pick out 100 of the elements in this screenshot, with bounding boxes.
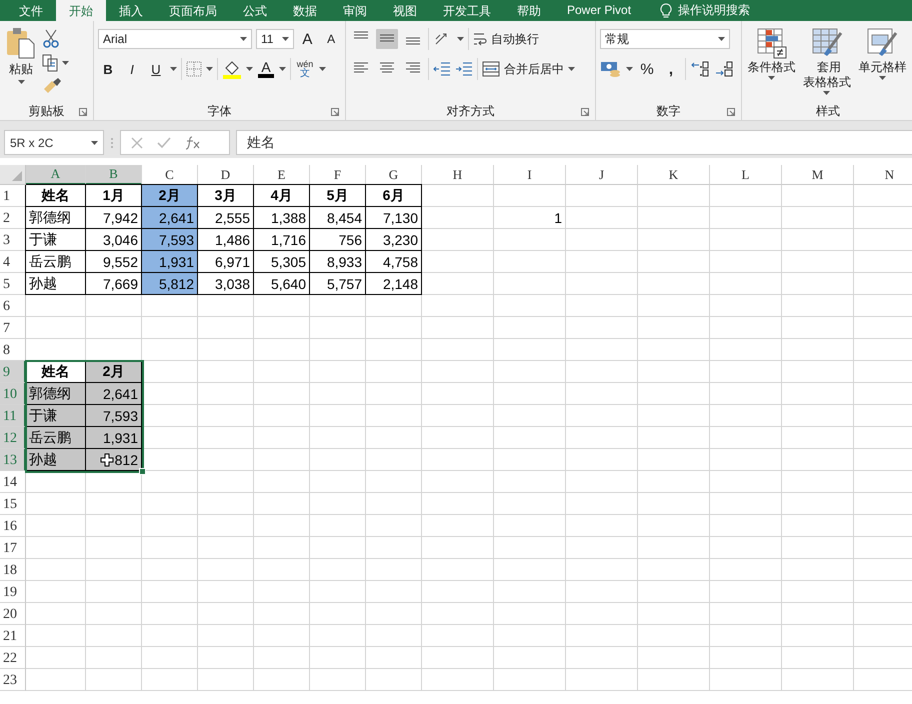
format-as-table-icon[interactable]	[810, 27, 843, 59]
grow-font-button[interactable]: A	[298, 29, 318, 49]
font-size-dropdown[interactable]: 11	[256, 29, 294, 49]
row-header[interactable]: 20	[0, 603, 26, 625]
row-header[interactable]: 12	[0, 427, 26, 449]
row-header[interactable]: 15	[0, 493, 26, 515]
row-header[interactable]: 23	[0, 669, 26, 691]
caret-icon[interactable]	[170, 67, 177, 71]
ribbon-tab[interactable]: 开发工具	[430, 0, 504, 21]
caret-icon[interactable]	[568, 67, 575, 71]
row-header[interactable]: 19	[0, 581, 26, 603]
conditional-format-icon[interactable]	[756, 27, 788, 59]
decrease-decimal-icon[interactable]	[714, 60, 734, 78]
shrink-font-button[interactable]: A	[321, 29, 341, 49]
styles-button[interactable]: 单元格样	[856, 27, 908, 102]
dialog-launcher-icon[interactable]	[581, 108, 589, 116]
copy-icon[interactable]	[42, 54, 58, 72]
row-header[interactable]: 17	[0, 537, 26, 559]
increase-decimal-icon[interactable]	[690, 60, 710, 78]
enter-check-icon[interactable]	[157, 136, 171, 148]
dropdown-arrow-icon[interactable]	[282, 37, 289, 41]
row-header[interactable]: 21	[0, 625, 26, 647]
sheet-cell: 于谦	[26, 229, 86, 251]
format-painter-icon[interactable]	[42, 77, 62, 95]
caret-icon[interactable]	[62, 61, 69, 65]
caret-icon[interactable]	[626, 67, 633, 71]
scissors-icon[interactable]	[42, 29, 60, 49]
row-header[interactable]: 14	[0, 471, 26, 493]
row-header[interactable]: 10	[0, 383, 26, 405]
column-header[interactable]: A	[26, 165, 86, 185]
percent-button[interactable]: %	[637, 59, 657, 79]
column-header[interactable]: H	[422, 165, 494, 185]
comma-style-button[interactable]: ,	[661, 59, 681, 79]
row-header[interactable]: 8	[0, 339, 26, 361]
font-style-button[interactable]: I	[122, 59, 142, 79]
caret-icon[interactable]	[878, 76, 886, 80]
dropdown-arrow-icon[interactable]	[240, 37, 247, 41]
sheet-cell: 8,454	[310, 207, 366, 229]
styles-button[interactable]: 条件格式	[746, 27, 798, 102]
caret-icon[interactable]	[18, 80, 24, 84]
caret-icon[interactable]	[246, 67, 253, 71]
formula-field[interactable]: 姓名	[236, 130, 912, 155]
wrap-text-button[interactable]: 自动换行	[473, 30, 539, 48]
column-header[interactable]: K	[638, 165, 710, 185]
insert-function-icon[interactable]	[185, 136, 201, 150]
column-header[interactable]: B	[86, 165, 142, 185]
column-header[interactable]: C	[142, 165, 198, 185]
font-style-button[interactable]: B	[98, 59, 118, 79]
column-header[interactable]: M	[782, 165, 854, 185]
row-header[interactable]: 22	[0, 647, 26, 669]
ribbon-tab[interactable]: 数据	[280, 0, 330, 21]
styles-button[interactable]: 套用表格格式	[801, 27, 853, 102]
ribbon-tab[interactable]: 文件	[6, 0, 56, 21]
fill-color-icon[interactable]	[222, 59, 242, 79]
font-color-button[interactable]: A	[257, 59, 275, 79]
dialog-launcher-icon[interactable]	[331, 108, 339, 116]
dialog-launcher-icon[interactable]	[79, 108, 87, 116]
ribbon-tab[interactable]: 插入	[106, 0, 156, 21]
column-header[interactable]: L	[710, 165, 782, 185]
caret-icon[interactable]	[319, 67, 326, 71]
caret-icon[interactable]	[279, 67, 286, 71]
row-header[interactable]: 13	[0, 449, 26, 471]
currency-icon[interactable]	[600, 60, 622, 78]
ribbon-tab[interactable]: Power Pivot	[554, 0, 644, 21]
ribbon-tab[interactable]: 审阅	[330, 0, 380, 21]
merge-center-button[interactable]: 合并后居中	[482, 60, 575, 78]
row-header[interactable]: 18	[0, 559, 26, 581]
ribbon-tab[interactable]: 帮助	[504, 0, 554, 21]
phonetic-button[interactable]: wén 文	[295, 59, 315, 79]
column-header[interactable]: J	[566, 165, 638, 185]
column-header[interactable]: I	[494, 165, 566, 185]
increase-indent-icon[interactable]	[455, 61, 473, 77]
cell-styles-icon[interactable]	[866, 27, 898, 59]
caret-icon[interactable]	[768, 76, 776, 80]
font-style-button[interactable]: U	[146, 59, 166, 79]
ribbon-tab[interactable]: 公式	[230, 0, 280, 21]
number-format-dropdown[interactable]: 常规	[600, 29, 730, 49]
row-header[interactable]: 6	[0, 295, 26, 317]
row-header[interactable]: 16	[0, 515, 26, 537]
row-header[interactable]: 7	[0, 317, 26, 339]
borders-icon[interactable]	[186, 61, 202, 77]
caret-icon[interactable]	[823, 91, 830, 95]
dialog-launcher-icon[interactable]	[727, 108, 735, 116]
ribbon-tab[interactable]: 开始	[56, 0, 106, 21]
caret-icon[interactable]	[457, 37, 464, 41]
align-middle-icon[interactable]	[376, 29, 398, 49]
ribbon-tab[interactable]: 视图	[380, 0, 430, 21]
paste-button[interactable]: 粘贴	[4, 27, 38, 102]
fill-handle[interactable]	[139, 468, 146, 475]
font-name-dropdown[interactable]: Arial	[98, 29, 252, 49]
row-header[interactable]: 9	[0, 361, 26, 383]
name-box[interactable]: 5R x 2C	[4, 130, 104, 155]
search-field[interactable]: 操作说明搜索	[654, 0, 756, 21]
caret-icon[interactable]	[206, 67, 213, 71]
row-header[interactable]: 11	[0, 405, 26, 427]
decrease-indent-icon[interactable]	[433, 61, 451, 77]
dropdown-arrow-icon[interactable]	[91, 140, 98, 144]
dropdown-arrow-icon[interactable]	[718, 37, 725, 41]
ribbon-tab[interactable]: 页面布局	[156, 0, 230, 21]
sheet-cell: 5,640	[254, 273, 310, 295]
